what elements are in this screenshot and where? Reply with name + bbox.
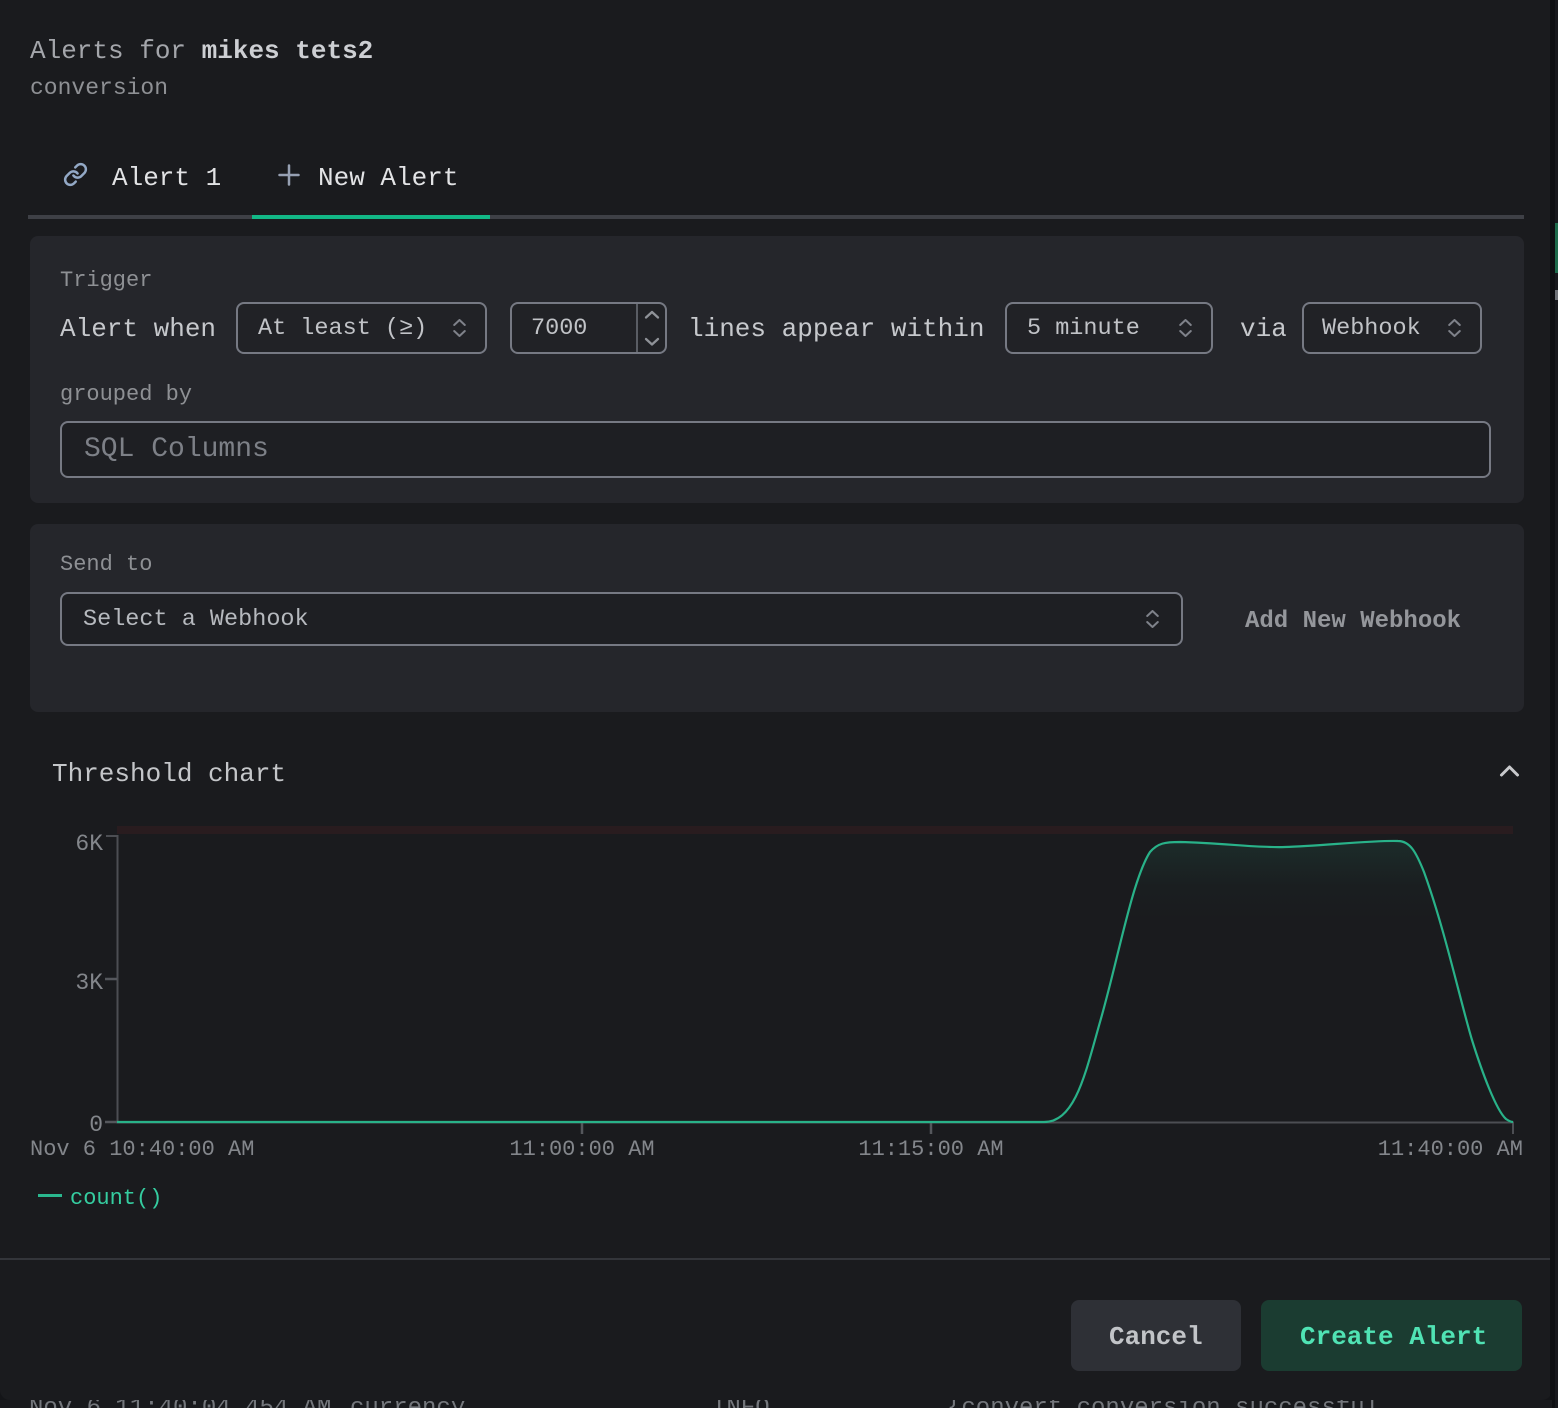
svg-text:11:15:00 AM: 11:15:00 AM [858,1137,1003,1162]
svg-text:11:40:00 AM: 11:40:00 AM [1378,1137,1523,1162]
svg-text:6K: 6K [75,831,103,857]
svg-text:0: 0 [89,1112,103,1138]
svg-text:11:00:00 AM: 11:00:00 AM [509,1137,654,1162]
svg-text:Nov 6 10:40:00 AM: Nov 6 10:40:00 AM [30,1137,254,1162]
svg-text:3K: 3K [75,970,103,996]
